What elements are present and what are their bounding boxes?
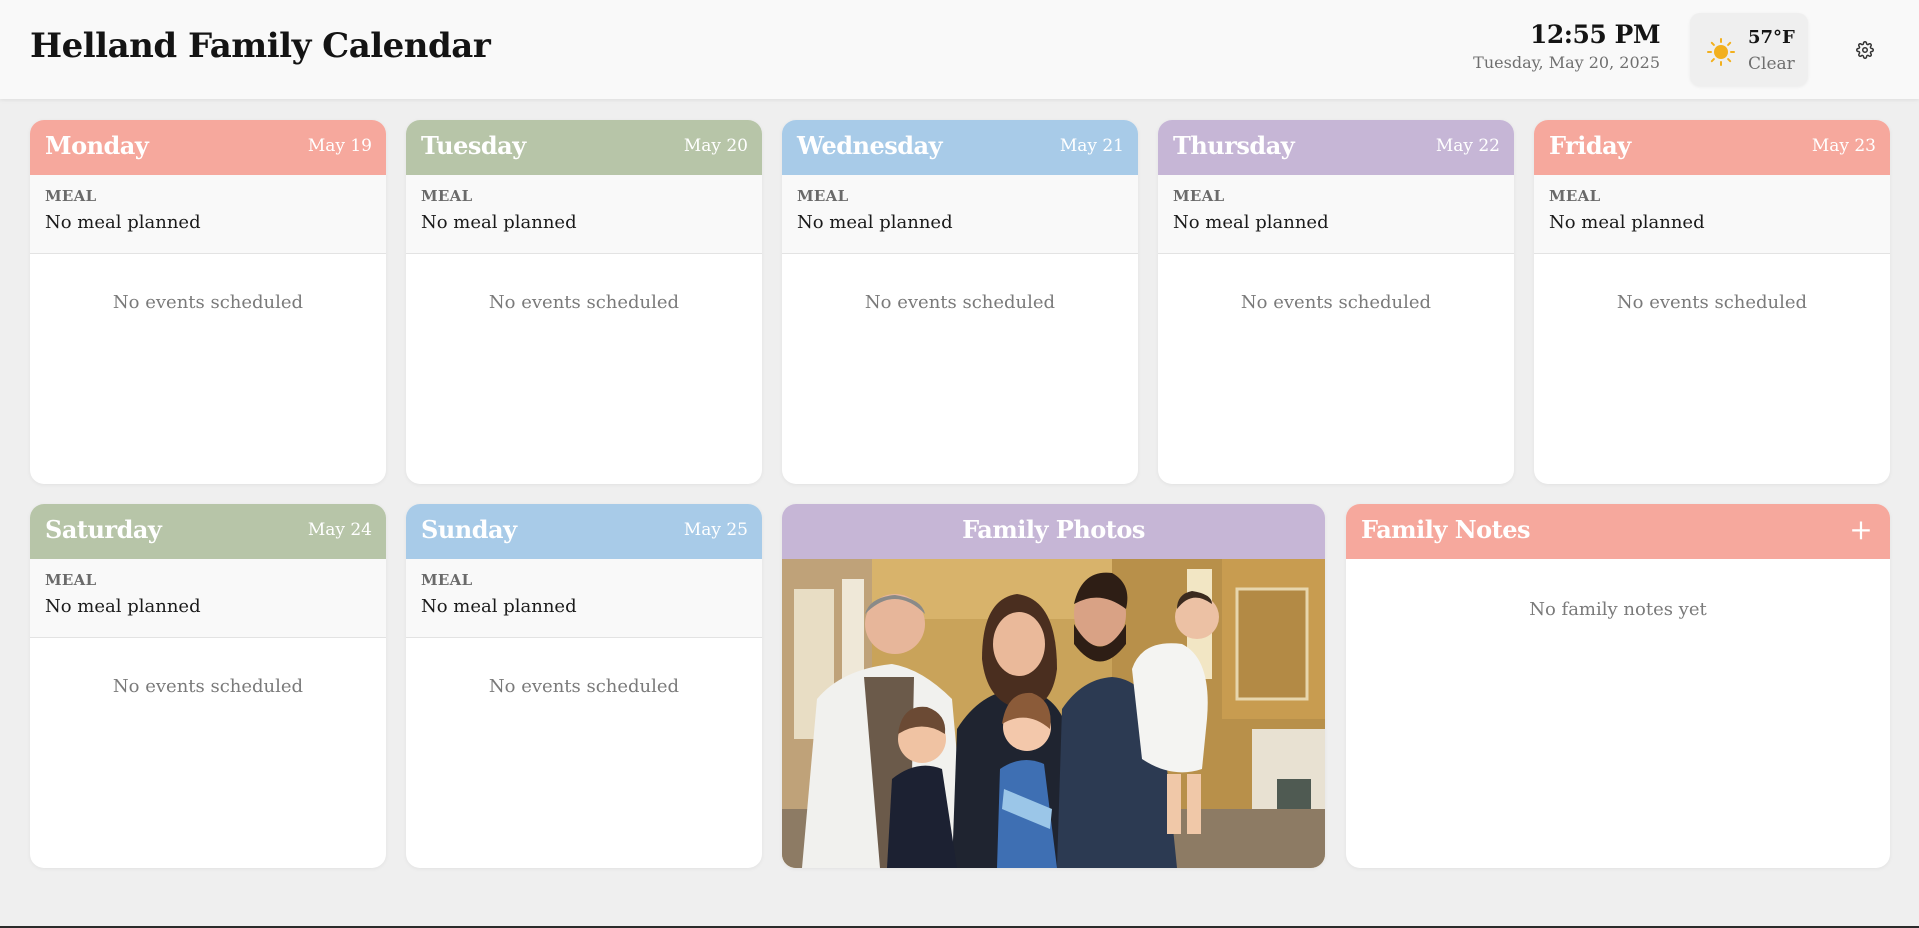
day-name: Thursday <box>1173 131 1295 160</box>
gear-icon <box>1856 41 1874 59</box>
day-card-sunday[interactable]: Sunday May 25 MEAL No meal planned No ev… <box>406 504 762 868</box>
meal-label: MEAL <box>421 571 473 589</box>
day-header: Friday May 23 <box>1534 120 1890 175</box>
events-empty-message: No events scheduled <box>488 676 680 697</box>
events-empty-message: No events scheduled <box>112 676 304 697</box>
top-bar: Helland Family Calendar 12:55 PM Tuesday… <box>0 0 1919 99</box>
meal-value: No meal planned <box>421 596 577 617</box>
day-name: Friday <box>1549 131 1631 160</box>
photos-header: Family Photos <box>782 504 1325 559</box>
sun-icon <box>1707 38 1735 66</box>
day-date: May 21 <box>1059 136 1124 156</box>
day-card-thursday[interactable]: Thursday May 22 MEAL No meal planned No … <box>1158 120 1514 484</box>
app-title: Helland Family Calendar <box>30 26 491 66</box>
events-empty-message: No events scheduled <box>1240 292 1432 313</box>
settings-button[interactable] <box>1852 37 1878 63</box>
meal-label: MEAL <box>1173 187 1225 205</box>
meal-section[interactable]: MEAL No meal planned <box>30 175 386 254</box>
meal-label: MEAL <box>45 571 97 589</box>
day-header: Monday May 19 <box>30 120 386 175</box>
family-photo-image <box>782 559 1325 868</box>
add-note-button[interactable]: + <box>1846 513 1876 546</box>
day-name: Sunday <box>421 515 517 544</box>
day-card-tuesday[interactable]: Tuesday May 20 MEAL No meal planned No e… <box>406 120 762 484</box>
meal-value: No meal planned <box>1549 212 1705 233</box>
day-header: Thursday May 22 <box>1158 120 1514 175</box>
day-header: Wednesday May 21 <box>782 120 1138 175</box>
day-date: May 23 <box>1811 136 1876 156</box>
events-empty-message: No events scheduled <box>1616 292 1808 313</box>
meal-value: No meal planned <box>1173 212 1329 233</box>
meal-label: MEAL <box>797 187 849 205</box>
day-date: May 22 <box>1435 136 1500 156</box>
day-card-wednesday[interactable]: Wednesday May 21 MEAL No meal planned No… <box>782 120 1138 484</box>
day-name: Saturday <box>45 515 162 544</box>
meal-label: MEAL <box>45 187 97 205</box>
meal-value: No meal planned <box>45 212 201 233</box>
family-photos-card: Family Photos <box>782 504 1325 868</box>
events-empty-message: No events scheduled <box>488 292 680 313</box>
meal-section[interactable]: MEAL No meal planned <box>782 175 1138 254</box>
meal-section[interactable]: MEAL No meal planned <box>406 175 762 254</box>
meal-label: MEAL <box>421 187 473 205</box>
meal-value: No meal planned <box>45 596 201 617</box>
notes-header: Family Notes + <box>1346 504 1890 559</box>
day-card-saturday[interactable]: Saturday May 24 MEAL No meal planned No … <box>30 504 386 868</box>
meal-label: MEAL <box>1549 187 1601 205</box>
clock-time: 12:55 PM <box>1530 20 1660 49</box>
day-name: Monday <box>45 131 149 160</box>
meal-section[interactable]: MEAL No meal planned <box>30 559 386 638</box>
events-empty-message: No events scheduled <box>864 292 1056 313</box>
day-name: Wednesday <box>797 131 943 160</box>
meal-value: No meal planned <box>797 212 953 233</box>
clock-date: Tuesday, May 20, 2025 <box>1473 53 1660 72</box>
day-header: Saturday May 24 <box>30 504 386 559</box>
weather-condition: Clear <box>1748 54 1795 74</box>
clock: 12:55 PM Tuesday, May 20, 2025 <box>1473 20 1660 72</box>
notes-title: Family Notes <box>1361 515 1531 544</box>
meal-section[interactable]: MEAL No meal planned <box>1158 175 1514 254</box>
day-name: Tuesday <box>421 131 526 160</box>
weather-temperature: 57°F <box>1748 27 1795 48</box>
day-header: Sunday May 25 <box>406 504 762 559</box>
day-date: May 19 <box>307 136 372 156</box>
day-date: May 20 <box>683 136 748 156</box>
day-date: May 24 <box>307 520 372 540</box>
family-photo[interactable] <box>782 559 1325 868</box>
day-card-friday[interactable]: Friday May 23 MEAL No meal planned No ev… <box>1534 120 1890 484</box>
family-notes-card: Family Notes + No family notes yet <box>1346 504 1890 868</box>
photos-title: Family Photos <box>962 515 1145 544</box>
notes-empty-message: No family notes yet <box>1529 599 1707 620</box>
events-empty-message: No events scheduled <box>112 292 304 313</box>
day-date: May 25 <box>683 520 748 540</box>
day-card-monday[interactable]: Monday May 19 MEAL No meal planned No ev… <box>30 120 386 484</box>
meal-value: No meal planned <box>421 212 577 233</box>
weather-widget[interactable]: 57°F Clear <box>1690 13 1808 86</box>
day-header: Tuesday May 20 <box>406 120 762 175</box>
meal-section[interactable]: MEAL No meal planned <box>406 559 762 638</box>
meal-section[interactable]: MEAL No meal planned <box>1534 175 1890 254</box>
